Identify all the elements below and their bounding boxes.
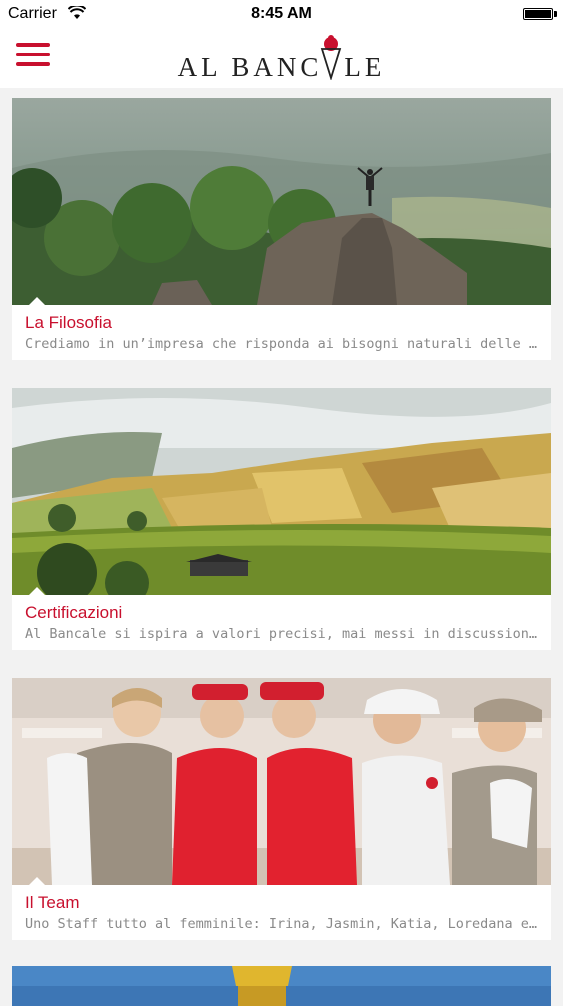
- card-image-partial: [12, 966, 551, 1006]
- card-image-fields: [12, 388, 551, 595]
- card-il-team[interactable]: Il Team Uno Staff tutto al femminile: Ir…: [12, 678, 551, 940]
- card-partial[interactable]: [12, 966, 551, 1006]
- card-description: Al Bancale si ispira a valori precisi, m…: [25, 626, 540, 642]
- status-time: 8:45 AM: [251, 5, 312, 22]
- card-pointer-notch: [28, 877, 46, 886]
- status-bar: Carrier 8:45 AM: [0, 0, 563, 30]
- app-logo: AL BANC LE: [0, 52, 563, 83]
- card-image-team: [12, 678, 551, 885]
- card-title: Certificazioni: [25, 603, 123, 622]
- card-pointer-notch: [28, 587, 46, 596]
- card-la-filosofia[interactable]: La Filosofia Crediamo in un’impresa che …: [12, 98, 551, 360]
- battery-tip: [554, 11, 557, 17]
- battery-icon: [523, 8, 553, 20]
- card-title: La Filosofia: [25, 313, 112, 332]
- card-image-hiker: [12, 98, 551, 305]
- card-description: Uno Staff tutto al femminile: Irina, Jas…: [25, 916, 540, 932]
- ice-cream-cone-icon: [320, 35, 342, 80]
- navigation-bar: AL BANC LE: [0, 30, 563, 88]
- card-certificazioni[interactable]: Certificazioni Al Bancale si ispira a va…: [12, 388, 551, 650]
- card-description: Crediamo in un’impresa che risponda ai b…: [25, 336, 540, 352]
- logo-text-left: AL BANC: [177, 52, 323, 82]
- card-pointer-notch: [28, 297, 46, 306]
- card-title: Il Team: [25, 893, 80, 912]
- logo-text-right: LE: [344, 52, 386, 82]
